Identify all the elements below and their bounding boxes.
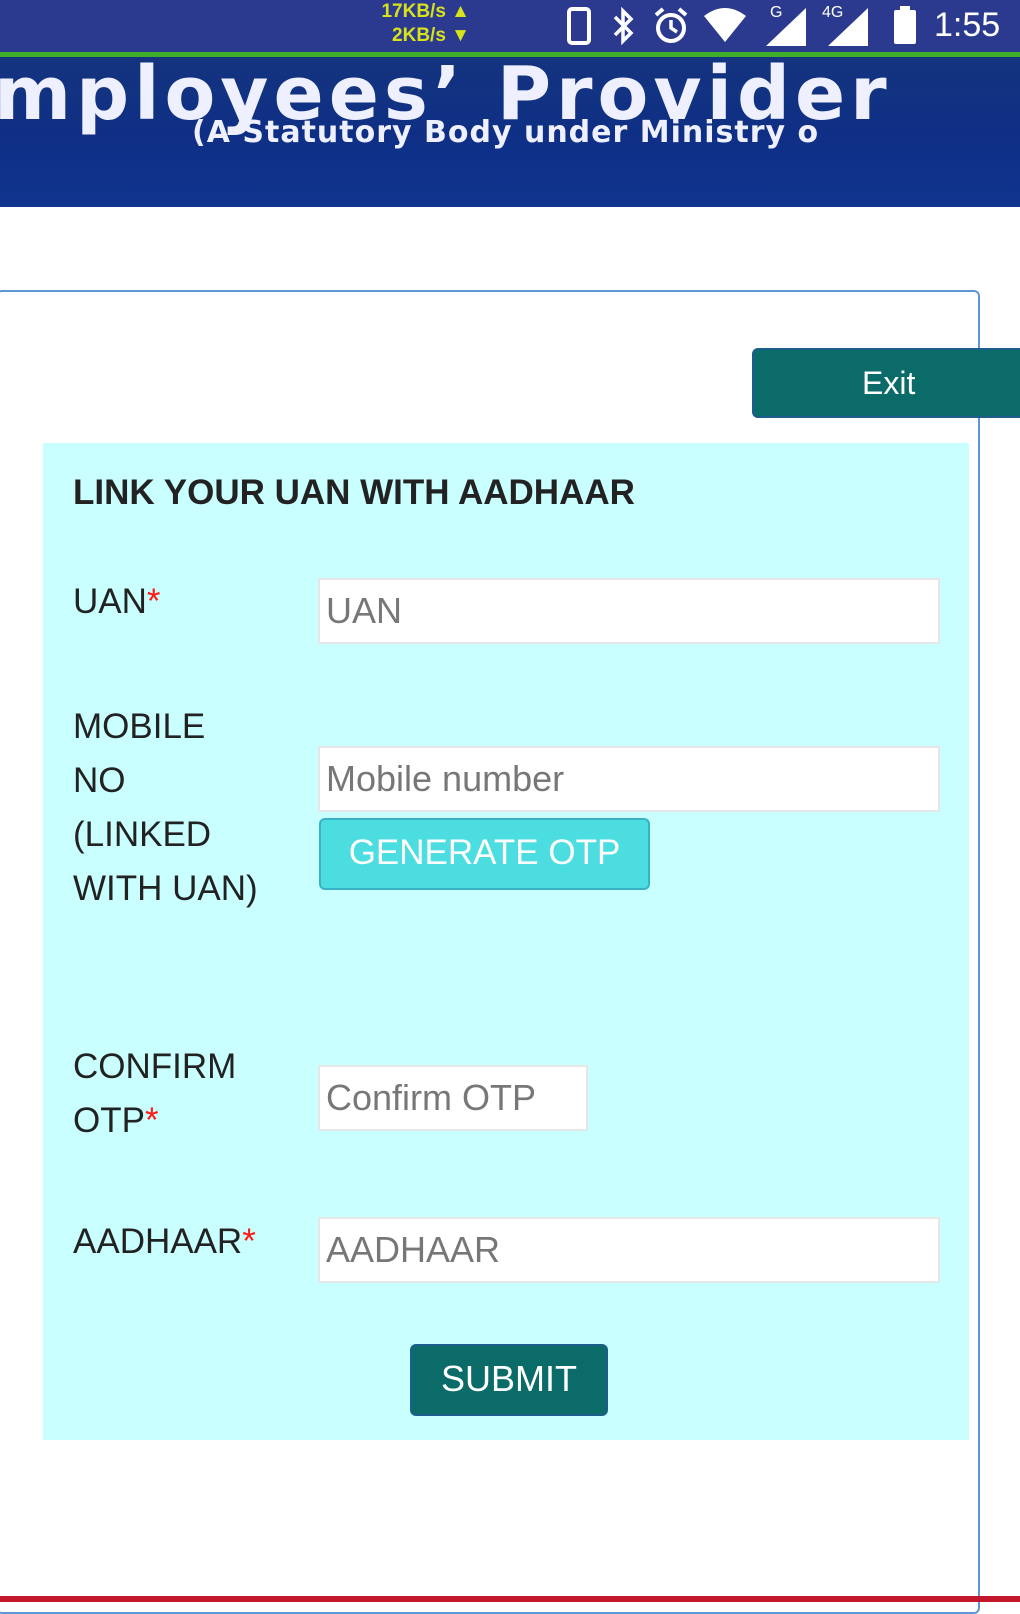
bottom-accent-bar bbox=[0, 1596, 1020, 1602]
clock: 1:55 bbox=[934, 6, 1001, 44]
wifi-icon bbox=[704, 8, 746, 42]
aadhaar-label: AADHAAR* bbox=[73, 1215, 256, 1269]
alarm-icon bbox=[654, 7, 688, 43]
confirm-otp-label: CONFIRM OTP* bbox=[73, 1040, 236, 1148]
submit-button[interactable]: SUBMIT bbox=[410, 1344, 608, 1416]
download-speed: 2KB/s ▼ bbox=[392, 25, 470, 46]
uan-label: UAN* bbox=[73, 575, 161, 629]
required-mark: * bbox=[146, 582, 161, 621]
mobile-label-line: WITH UAN) bbox=[73, 869, 258, 908]
header-banner: mployees’ Provider (A Statutory Body und… bbox=[0, 57, 1020, 207]
mobile-label-line: NO bbox=[73, 761, 126, 800]
confirm-otp-label-line: CONFIRM bbox=[73, 1047, 237, 1086]
uan-label-text: UAN bbox=[73, 582, 147, 621]
exit-button[interactable]: Exit bbox=[752, 348, 1020, 418]
confirm-otp-label-text: OTP bbox=[73, 1101, 145, 1140]
phone-vibrate-icon bbox=[567, 7, 591, 45]
bluetooth-icon bbox=[613, 6, 634, 46]
form-title: LINK YOUR UAN WITH AADHAAR bbox=[73, 473, 635, 512]
aadhaar-label-text: AADHAAR bbox=[73, 1222, 243, 1261]
mobile-label-line: (LINKED bbox=[73, 815, 212, 854]
network-speed: 17KB/s ▲ 2KB/s ▼ bbox=[360, 0, 470, 48]
aadhaar-input[interactable] bbox=[318, 1217, 940, 1283]
network-4g-label: 4G bbox=[822, 4, 844, 21]
uan-input[interactable] bbox=[318, 578, 940, 644]
battery-icon bbox=[894, 6, 916, 44]
upload-speed: 17KB/s ▲ bbox=[381, 1, 470, 22]
status-bar: 17KB/s ▲ 2KB/s ▼ G 4G 1:55 bbox=[0, 0, 1020, 57]
mobile-label-line: MOBILE bbox=[73, 707, 206, 746]
mobile-label: MOBILE NO (LINKED WITH UAN) bbox=[73, 700, 258, 916]
required-mark: * bbox=[144, 1101, 159, 1140]
banner-subtitle: (A Statutory Body under Ministry o bbox=[192, 115, 820, 150]
required-mark: * bbox=[242, 1222, 256, 1261]
generate-otp-button[interactable]: GENERATE OTP bbox=[319, 818, 650, 890]
network-g-label: G bbox=[770, 4, 783, 21]
confirm-otp-label-line: OTP* bbox=[73, 1094, 236, 1148]
mobile-number-input[interactable] bbox=[318, 746, 940, 812]
confirm-otp-input[interactable] bbox=[318, 1065, 588, 1131]
